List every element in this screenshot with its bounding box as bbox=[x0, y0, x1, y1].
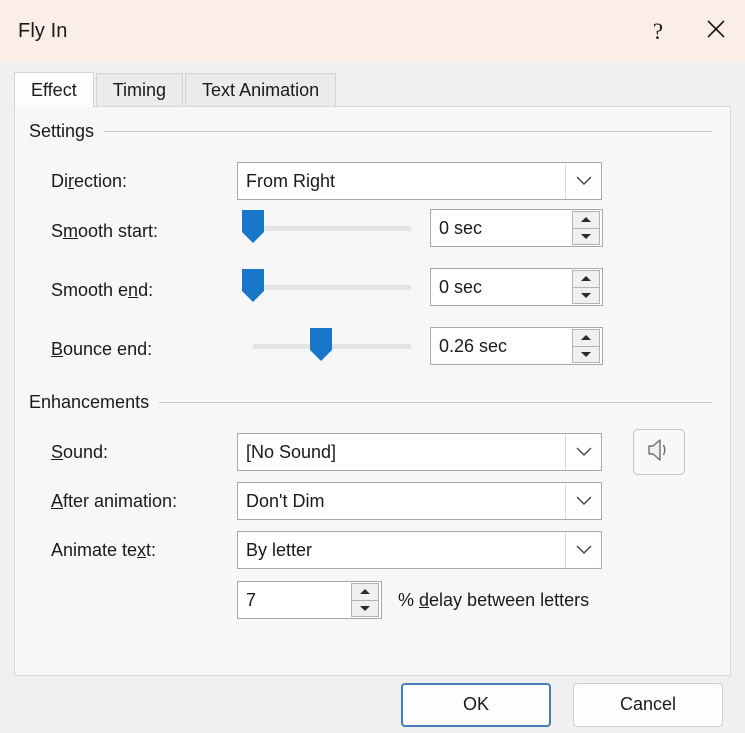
title-bar-buttons: ? bbox=[629, 0, 745, 62]
delay-row: % delay between letters bbox=[398, 580, 589, 620]
animate-text-label: Animate text: bbox=[51, 539, 157, 560]
close-icon bbox=[705, 18, 727, 45]
close-button[interactable] bbox=[687, 0, 745, 62]
stepper-up-icon[interactable] bbox=[352, 584, 378, 601]
tab-text-animation[interactable]: Text Animation bbox=[185, 73, 337, 106]
fly-in-effect-dialog: Fly In ? Effect Timing Text Animation Se… bbox=[0, 0, 745, 733]
after-animation-value: Don't Dim bbox=[246, 490, 325, 511]
cancel-button[interactable]: Cancel bbox=[573, 682, 723, 727]
sound-value: [No Sound] bbox=[246, 441, 337, 462]
tab-timing[interactable]: Timing bbox=[95, 73, 184, 106]
smooth-start-row: Smooth start: bbox=[51, 211, 158, 251]
stepper-down-icon[interactable] bbox=[573, 288, 599, 304]
after-animation-label: After animation: bbox=[51, 490, 178, 511]
chevron-down-icon[interactable] bbox=[565, 483, 601, 519]
chevron-down-icon[interactable] bbox=[565, 434, 601, 470]
enhancements-group-title: Enhancements bbox=[29, 392, 150, 412]
sound-combobox[interactable]: [No Sound] bbox=[237, 433, 602, 471]
sound-preview-button[interactable] bbox=[633, 429, 685, 475]
bounce-end-value: 0.26 sec bbox=[439, 335, 508, 356]
cancel-button-label: Cancel bbox=[619, 694, 677, 714]
stepper-up-icon[interactable] bbox=[573, 271, 599, 288]
bounce-end-row: Bounce end: bbox=[51, 329, 152, 369]
smooth-start-value: 0 sec bbox=[439, 217, 483, 238]
chevron-down-icon[interactable] bbox=[565, 163, 601, 199]
help-button[interactable]: ? bbox=[629, 0, 687, 62]
smooth-end-value: 0 sec bbox=[439, 276, 483, 297]
settings-group-rule bbox=[104, 131, 712, 132]
dialog-title: Fly In bbox=[18, 19, 68, 42]
bounce-end-spinbox[interactable]: 0.26 sec bbox=[430, 327, 603, 365]
stepper-down-icon[interactable] bbox=[352, 601, 378, 617]
smooth-end-slider-track[interactable] bbox=[253, 285, 411, 290]
effect-tab-panel: Settings Direction: From Right Smooth st… bbox=[14, 106, 731, 676]
direction-row: Direction: bbox=[51, 161, 127, 201]
sound-label: Sound: bbox=[51, 441, 109, 462]
animate-text-value: By letter bbox=[246, 539, 313, 560]
sound-row: Sound: bbox=[51, 432, 108, 472]
delay-spinbox[interactable]: 7 bbox=[237, 581, 382, 619]
bounce-end-slider[interactable] bbox=[253, 325, 411, 365]
tab-effect-label: Effect bbox=[31, 79, 77, 100]
delay-label: % delay between letters bbox=[398, 589, 590, 610]
delay-stepper[interactable] bbox=[351, 583, 379, 617]
smooth-end-row: Smooth end: bbox=[51, 270, 153, 310]
stepper-up-icon[interactable] bbox=[573, 330, 599, 347]
smooth-start-slider-track[interactable] bbox=[253, 226, 411, 231]
bounce-end-slider-track[interactable] bbox=[253, 344, 411, 349]
smooth-end-label: Smooth end: bbox=[51, 279, 154, 300]
ok-button[interactable]: OK bbox=[401, 682, 551, 727]
bounce-end-stepper[interactable] bbox=[572, 329, 600, 363]
title-bar: Fly In ? bbox=[0, 0, 745, 62]
settings-group-title: Settings bbox=[29, 121, 95, 141]
after-animation-row: After animation: bbox=[51, 481, 177, 521]
tab-text-animation-label: Text Animation bbox=[202, 79, 320, 100]
direction-value: From Right bbox=[246, 170, 336, 191]
bounce-end-label: Bounce end: bbox=[51, 338, 153, 359]
delay-value: 7 bbox=[246, 589, 257, 610]
smooth-end-slider-thumb[interactable] bbox=[242, 269, 264, 302]
smooth-end-spinbox[interactable]: 0 sec bbox=[430, 268, 603, 306]
enhancements-group-rule bbox=[159, 402, 712, 403]
settings-group-header: Settings bbox=[29, 121, 712, 142]
ok-button-label: OK bbox=[462, 694, 489, 714]
tab-effect[interactable]: Effect bbox=[14, 72, 94, 107]
bounce-end-slider-thumb[interactable] bbox=[309, 328, 332, 361]
stepper-up-icon[interactable] bbox=[573, 212, 599, 229]
enhancements-group-header: Enhancements bbox=[29, 392, 712, 413]
smooth-start-slider-thumb[interactable] bbox=[242, 210, 264, 243]
animate-text-combobox[interactable]: By letter bbox=[237, 531, 602, 569]
chevron-down-icon[interactable] bbox=[565, 532, 601, 568]
stepper-down-icon[interactable] bbox=[573, 347, 599, 363]
smooth-end-slider[interactable] bbox=[242, 266, 411, 306]
question-mark-icon: ? bbox=[652, 18, 664, 44]
smooth-end-stepper[interactable] bbox=[572, 270, 600, 304]
smooth-start-slider[interactable] bbox=[242, 207, 411, 247]
smooth-start-spinbox[interactable]: 0 sec bbox=[430, 209, 603, 247]
tab-timing-label: Timing bbox=[112, 79, 167, 100]
dialog-footer: OK Cancel bbox=[0, 676, 745, 733]
tab-strip: Effect Timing Text Animation bbox=[14, 72, 745, 107]
direction-label: Direction: bbox=[51, 170, 128, 191]
animate-text-row: Animate text: bbox=[51, 530, 156, 570]
smooth-start-stepper[interactable] bbox=[572, 211, 600, 245]
smooth-start-label: Smooth start: bbox=[51, 220, 159, 241]
direction-combobox[interactable]: From Right bbox=[237, 162, 602, 200]
stepper-down-icon[interactable] bbox=[573, 229, 599, 245]
speaker-icon bbox=[646, 437, 672, 468]
after-animation-combobox[interactable]: Don't Dim bbox=[237, 482, 602, 520]
